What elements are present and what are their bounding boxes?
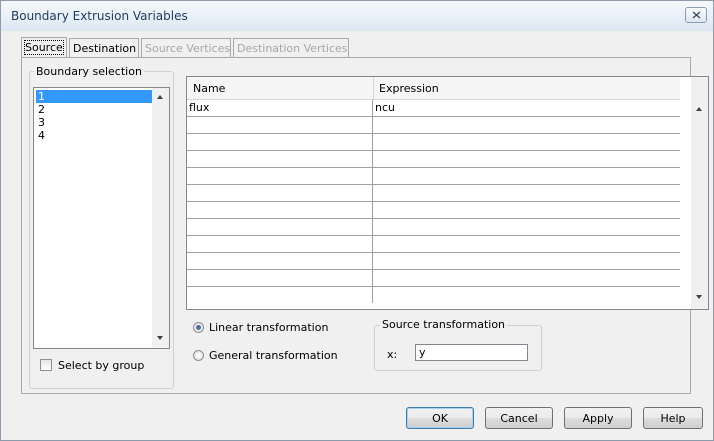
table-row[interactable]: flux ncu xyxy=(187,100,680,117)
ok-button[interactable]: OK xyxy=(406,407,474,429)
list-item[interactable]: 4 xyxy=(36,129,153,142)
name-cell[interactable] xyxy=(187,202,373,218)
title-bar: Boundary Extrusion Variables xyxy=(1,1,713,31)
tab-source-label: Source xyxy=(24,40,64,55)
table-row[interactable] xyxy=(187,202,680,219)
x-input[interactable] xyxy=(415,344,528,361)
list-item[interactable]: 3 xyxy=(36,116,153,129)
scroll-down-icon[interactable] xyxy=(696,295,702,299)
column-header-expression[interactable]: Expression xyxy=(379,82,439,95)
expression-cell[interactable] xyxy=(373,270,680,286)
radio-selected-dot xyxy=(196,325,201,330)
table-row[interactable] xyxy=(187,253,680,270)
boundary-list[interactable]: 1 2 3 4 xyxy=(33,87,170,349)
table-row[interactable] xyxy=(187,287,680,304)
table-row[interactable] xyxy=(187,151,680,168)
tab-destination-label: Destination xyxy=(73,42,137,55)
linear-transformation-radio[interactable] xyxy=(193,322,204,333)
table-row[interactable] xyxy=(187,236,680,253)
scroll-up-icon[interactable] xyxy=(696,107,702,111)
name-cell[interactable] xyxy=(187,134,373,150)
tab-destination-vertices-label: Destination Vertices xyxy=(237,42,348,55)
table-scrollbar[interactable] xyxy=(691,77,708,309)
expression-cell[interactable] xyxy=(373,219,680,235)
expression-cell[interactable] xyxy=(373,185,680,201)
expression-cell[interactable] xyxy=(373,168,680,184)
scroll-down-icon[interactable] xyxy=(157,336,163,340)
expression-cell[interactable] xyxy=(373,134,680,150)
expression-cell[interactable] xyxy=(373,151,680,167)
table-row[interactable] xyxy=(187,168,680,185)
help-button[interactable]: Help xyxy=(643,407,703,429)
source-transformation-title: Source transformation xyxy=(380,318,508,331)
table-row[interactable] xyxy=(187,134,680,151)
name-cell[interactable] xyxy=(187,287,373,303)
cancel-button[interactable]: Cancel xyxy=(485,407,553,429)
select-by-group-checkbox[interactable] xyxy=(40,359,52,371)
apply-button[interactable]: Apply xyxy=(564,407,632,429)
window-title: Boundary Extrusion Variables xyxy=(11,9,188,23)
table-row[interactable] xyxy=(187,185,680,202)
x-label: x: xyxy=(387,348,398,361)
expression-cell[interactable] xyxy=(373,253,680,269)
scroll-up-icon[interactable] xyxy=(157,95,163,99)
table-header: Name Expression xyxy=(187,77,680,100)
general-transformation-radio[interactable] xyxy=(193,350,204,361)
name-cell[interactable] xyxy=(187,219,373,235)
list-item[interactable]: 2 xyxy=(36,103,153,116)
general-transformation-label: General transformation xyxy=(209,349,338,362)
name-cell[interactable] xyxy=(187,151,373,167)
tab-source[interactable]: Source xyxy=(21,37,67,57)
close-icon xyxy=(692,11,701,19)
list-scrollbar[interactable] xyxy=(152,88,169,348)
name-cell[interactable] xyxy=(187,168,373,184)
tab-destination[interactable]: Destination xyxy=(69,38,139,57)
name-cell[interactable] xyxy=(187,270,373,286)
select-by-group-label: Select by group xyxy=(58,359,145,372)
table-row[interactable] xyxy=(187,117,680,134)
table-row[interactable] xyxy=(187,270,680,287)
tab-source-vertices[interactable]: Source Vertices xyxy=(141,38,231,57)
expression-cell[interactable]: ncu xyxy=(373,100,680,116)
boundary-selection-title: Boundary selection xyxy=(34,65,144,78)
name-cell[interactable]: flux xyxy=(187,100,373,116)
linear-transformation-label: Linear transformation xyxy=(209,321,329,334)
tab-destination-vertices[interactable]: Destination Vertices xyxy=(233,38,349,57)
name-cell[interactable] xyxy=(187,185,373,201)
expression-cell[interactable] xyxy=(373,236,680,252)
expression-cell[interactable] xyxy=(373,287,680,303)
tab-source-vertices-label: Source Vertices xyxy=(145,42,231,55)
variables-table: Name Expression flux ncu xyxy=(186,76,709,310)
expression-cell[interactable] xyxy=(373,117,680,133)
expression-cell[interactable] xyxy=(373,202,680,218)
close-button[interactable] xyxy=(685,7,707,23)
table-row[interactable] xyxy=(187,219,680,236)
column-divider[interactable] xyxy=(373,77,374,99)
name-cell[interactable] xyxy=(187,236,373,252)
list-item[interactable]: 1 xyxy=(36,90,153,103)
name-cell[interactable] xyxy=(187,117,373,133)
name-cell[interactable] xyxy=(187,253,373,269)
column-header-name[interactable]: Name xyxy=(193,82,225,95)
